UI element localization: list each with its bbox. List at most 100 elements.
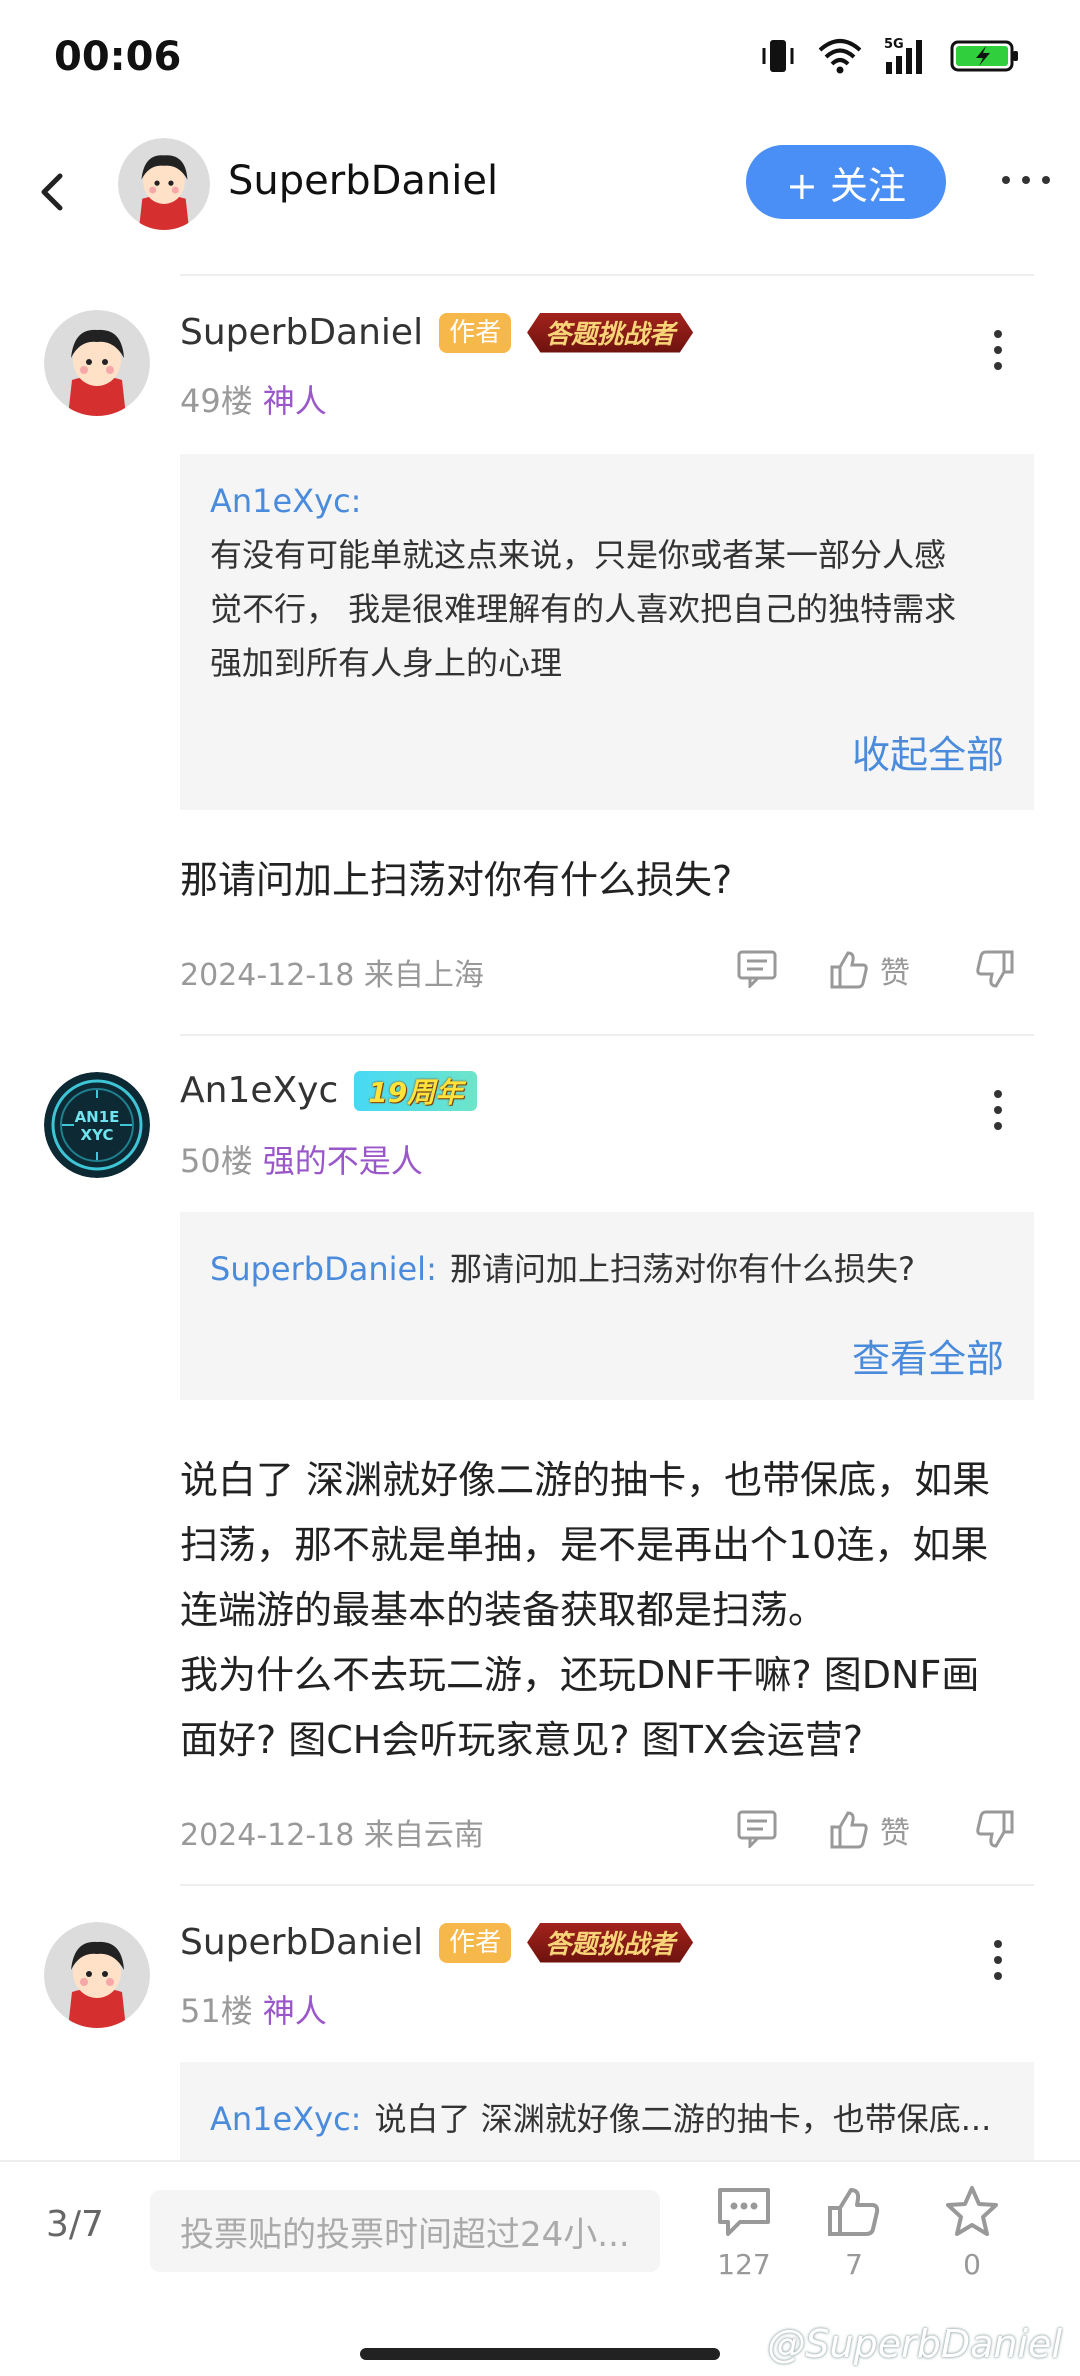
floor-number: 49楼 [180, 382, 253, 420]
challenge-badge: 答题挑战者 [527, 312, 694, 353]
like-count: 7 [845, 2248, 863, 2281]
quoted-text-line: 觉不行， 我是很难理解有的人喜欢把自己的独特需求 [210, 590, 957, 628]
more-options-button[interactable] [996, 160, 1056, 200]
content-line: 面好? 图CH会听玩家意见? 图TX会运营? [180, 1718, 864, 1762]
comment-icon [737, 950, 777, 988]
like-button[interactable]: 赞 [828, 948, 910, 992]
page-indicator[interactable]: 3/7 [46, 2204, 104, 2245]
post-menu-button[interactable] [980, 1086, 1016, 1134]
avatar[interactable] [44, 310, 150, 416]
dislike-button[interactable] [974, 948, 1016, 990]
comments-button[interactable]: 127 [704, 2184, 784, 2281]
status-icons: 5G [760, 36, 1020, 76]
comment-button[interactable] [736, 948, 778, 988]
battery-charging-icon [950, 38, 1020, 74]
header-avatar[interactable] [118, 138, 210, 230]
floor-number: 51楼 [180, 1992, 253, 2030]
chevron-left-icon [41, 173, 63, 211]
content-line: 我为什么不去玩二游，还玩DNF干嘛? 图DNF画 [180, 1653, 980, 1697]
wifi-icon [818, 38, 862, 74]
home-indicator[interactable] [360, 2348, 720, 2360]
divider [180, 274, 1034, 276]
watermark: @SuperbDaniel [767, 2322, 1062, 2366]
view-all-link[interactable]: 查看全部 [852, 1328, 1004, 1383]
comment-icon [737, 1810, 777, 1848]
quoted-username[interactable]: An1eXyc: [210, 2100, 361, 2138]
username[interactable]: SuperbDaniel [180, 312, 423, 353]
likes-button[interactable]: 7 [814, 2184, 894, 2281]
user-level: 神人 [262, 1992, 327, 2030]
author-tag: 作者 [439, 312, 512, 353]
floor-number: 50楼 [180, 1142, 253, 1180]
avatar[interactable]: AN1E XYC [44, 1072, 150, 1178]
username[interactable]: SuperbDaniel [180, 1922, 423, 1963]
reply-meta: 2024-12-18 来自上海 [180, 958, 484, 993]
content-line: 扫荡，那不就是单抽，是不是再出个10连，如果 [180, 1523, 989, 1567]
floor-info: 50楼 强的不是人 [180, 1136, 423, 1182]
reply-content: 那请问加上扫荡对你有什么损失? [180, 858, 733, 902]
thumbs-up-icon [830, 951, 868, 989]
divider [180, 1884, 1034, 1886]
reply-actions: 赞 [736, 1808, 1026, 1858]
favorite-count: 0 [963, 2248, 981, 2281]
status-bar: 00:06 5G [0, 0, 1080, 118]
more-horizontal-icon [1002, 176, 1050, 184]
quoted-text: 那请问加上扫荡对你有什么损失? [449, 1250, 915, 1288]
floor-info: 51楼 神人 [180, 1986, 327, 2032]
vibrate-icon [760, 36, 796, 76]
like-label: 赞 [880, 956, 910, 991]
quoted-reply[interactable]: An1eXyc: 有没有可能单就这点来说，只是你或者某一部分人感 觉不行， 我是… [180, 454, 1034, 810]
user-level: 神人 [262, 382, 327, 420]
user-level: 强的不是人 [262, 1142, 423, 1180]
floor-info: 49楼 神人 [180, 376, 327, 422]
post-menu-button[interactable] [980, 326, 1016, 374]
thumbs-down-icon [976, 950, 1014, 988]
header: SuperbDaniel + 关注 [0, 118, 1080, 268]
author-row: SuperbDaniel 作者 答题挑战者 [180, 1922, 694, 1963]
reply-input[interactable]: 投票贴的投票时间超过24小... [150, 2190, 660, 2272]
thumbs-up-icon [830, 1811, 868, 1849]
reply-actions: 赞 [736, 948, 1026, 998]
cellular-signal-icon: 5G [884, 36, 928, 76]
header-username[interactable]: SuperbDaniel [228, 158, 498, 204]
more-vertical-icon [994, 330, 1002, 370]
anniversary-badge: 19周年 [354, 1070, 478, 1111]
status-time: 00:06 [54, 34, 182, 80]
like-button[interactable]: 赞 [828, 1808, 910, 1852]
content-line: 说白了 深渊就好像二游的抽卡，也带保底，如果 [180, 1458, 991, 1502]
divider [180, 1034, 1034, 1036]
comment-button[interactable] [736, 1808, 778, 1848]
quoted-username[interactable]: SuperbDaniel: [210, 1250, 437, 1288]
collapse-all-link[interactable]: 收起全部 [852, 724, 1004, 779]
like-label: 赞 [880, 1816, 910, 1851]
author-row: An1eXyc 19周年 [180, 1070, 478, 1111]
follow-button[interactable]: + 关注 [746, 145, 946, 219]
bottom-bar: 3/7 投票贴的投票时间超过24小... 127 7 0 @SuperbDani… [0, 2160, 1080, 2376]
post-menu-button[interactable] [980, 1936, 1016, 1984]
svg-text:AN1E: AN1E [75, 1108, 120, 1126]
quoted-text-line: 强加到所有人身上的心理 [210, 644, 563, 682]
star-icon [946, 2186, 998, 2236]
favorite-button[interactable]: 0 [932, 2184, 1012, 2281]
quoted-text: 说白了 深渊就好像二游的抽卡，也带保底... [374, 2100, 992, 2138]
reply-meta: 2024-12-18 来自云南 [180, 1818, 484, 1853]
challenge-badge: 答题挑战者 [527, 1922, 694, 1963]
thumbs-up-icon [828, 2188, 880, 2236]
back-button[interactable] [30, 158, 74, 222]
username[interactable]: An1eXyc [180, 1070, 338, 1111]
svg-text:5G: 5G [884, 37, 904, 52]
comment-count: 127 [717, 2248, 771, 2281]
quoted-reply[interactable]: An1eXyc: 说白了 深渊就好像二游的抽卡，也带保底... [180, 2062, 1034, 2162]
quoted-text-line: 有没有可能单就这点来说，只是你或者某一部分人感 [210, 536, 947, 574]
reply-content: 说白了 深渊就好像二游的抽卡，也带保底，如果 扫荡，那不就是单抽，是不是再出个1… [180, 1448, 1040, 1773]
quoted-reply[interactable]: SuperbDaniel: 那请问加上扫荡对你有什么损失? 查看全部 [180, 1212, 1034, 1400]
author-row: SuperbDaniel 作者 答题挑战者 [180, 312, 694, 353]
avatar[interactable] [44, 1922, 150, 2028]
quoted-username[interactable]: An1eXyc: [210, 482, 1010, 520]
author-tag: 作者 [439, 1922, 512, 1963]
more-vertical-icon [994, 1940, 1002, 1980]
thumbs-down-icon [976, 1810, 1014, 1848]
svg-text:XYC: XYC [81, 1126, 114, 1144]
more-vertical-icon [994, 1090, 1002, 1130]
dislike-button[interactable] [974, 1808, 1016, 1850]
